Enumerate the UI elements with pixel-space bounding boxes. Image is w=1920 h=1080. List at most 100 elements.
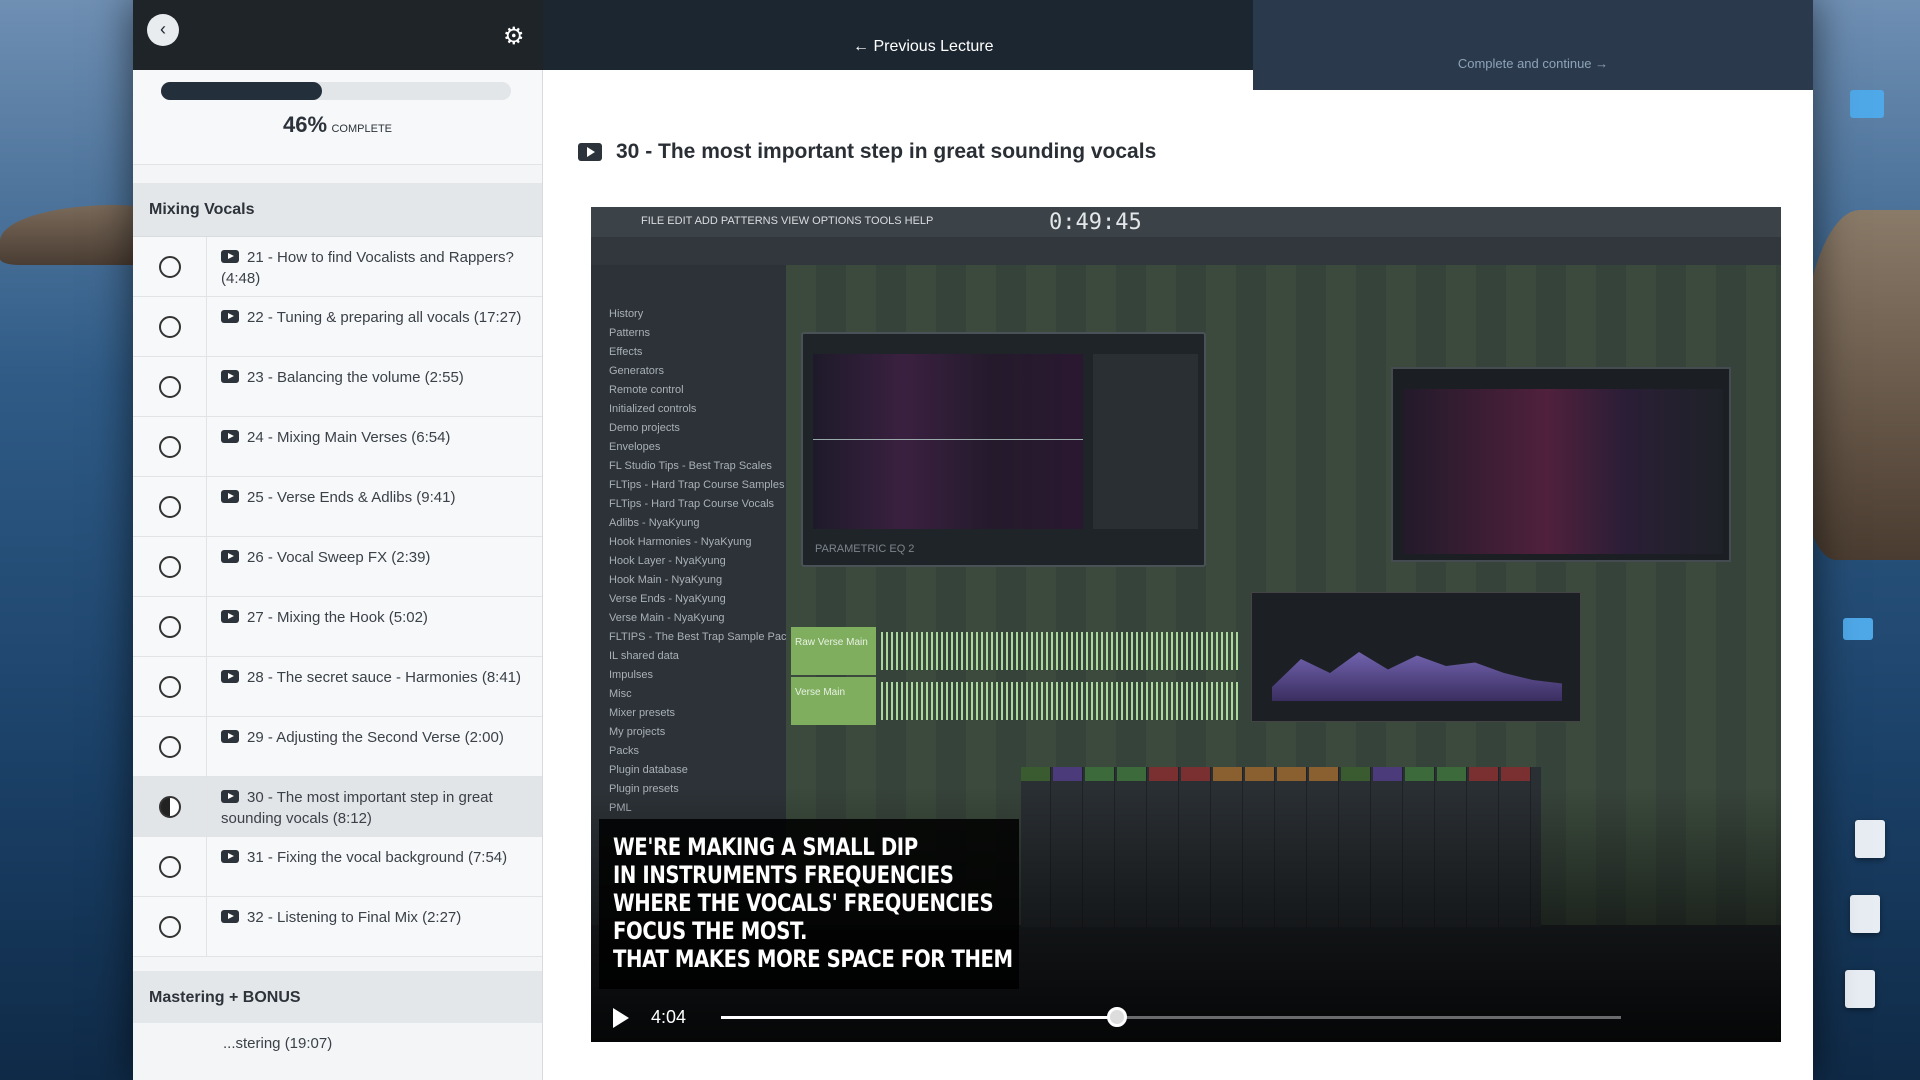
lecture-list: 21 - How to find Vocalists and Rappers? … [133, 237, 542, 957]
gear-icon[interactable]: ⚙ [503, 22, 525, 51]
waveform-clip-2 [881, 682, 1241, 720]
video-scrubber[interactable] [721, 1007, 1621, 1027]
list-item[interactable]: ...stering (19:07) [133, 1023, 542, 1064]
track-label-verse: Verse Main [791, 677, 876, 725]
progress-bar-fill [161, 82, 322, 100]
video-icon [221, 850, 239, 863]
back-arrow-icon[interactable]: ‹ [147, 14, 179, 46]
desktop-folder-icon[interactable] [1850, 90, 1884, 118]
lecture-title: 21 - How to find Vocalists and Rappers? … [221, 249, 514, 287]
lecture-item[interactable]: 28 - The secret sauce - Harmonies (8:41) [133, 657, 542, 717]
spectrum-analyzer [1251, 592, 1581, 722]
previous-lecture-link[interactable]: ← Previous Lecture [853, 38, 994, 56]
section-title: Mixing Vocals [133, 183, 542, 237]
lecture-title: 24 - Mixing Main Verses (6:54) [207, 417, 542, 476]
fl-browser-item: Demo projects [609, 422, 680, 434]
lecture-item[interactable]: 32 - Listening to Final Mix (2:27) [133, 897, 542, 957]
lecture-item[interactable]: 25 - Verse Ends & Adlibs (9:41) [133, 477, 542, 537]
fl-time-display: 0:49:45 [1049, 210, 1142, 235]
video-icon [221, 790, 239, 803]
video-player[interactable]: FILE EDIT ADD PATTERNS VIEW OPTIONS TOOL… [591, 207, 1781, 1042]
empty-circle-icon [158, 855, 181, 878]
browser-window: ‹ ⚙ ← Previous Lecture Complete and cont… [133, 0, 1813, 1080]
fl-browser-item: Effects [609, 346, 643, 358]
fl-browser-item: Misc [609, 688, 632, 700]
lecture-status[interactable] [133, 837, 207, 896]
lecture-item[interactable]: 31 - Fixing the vocal background (7:54) [133, 837, 542, 897]
video-icon [221, 670, 239, 683]
next-section-title[interactable]: Mastering + BONUS [133, 971, 542, 1023]
lecture-status[interactable] [133, 897, 207, 956]
eq-plugin-window: PARAMETRIC EQ 2 [801, 332, 1206, 567]
track-label-raw: Raw Verse Main [791, 627, 876, 675]
progress-text: 46% COMPLETE [282, 112, 392, 137]
lecture-status[interactable] [133, 657, 207, 716]
lecture-item[interactable]: 26 - Vocal Sweep FX (2:39) [133, 537, 542, 597]
fl-browser-item: History [609, 308, 644, 320]
lecture-status[interactable] [133, 597, 207, 656]
lecture-item[interactable]: 27 - Mixing the Hook (5:02) [133, 597, 542, 657]
desktop-island-right [1800, 210, 1920, 560]
lecture-status[interactable] [133, 777, 207, 836]
empty-circle-icon [158, 375, 181, 398]
fl-browser-item: FLTips - Hard Trap Course Samples [609, 479, 785, 491]
video-icon [221, 430, 239, 443]
lecture-title: 28 - The secret sauce - Harmonies (8:41) [207, 657, 542, 716]
lecture-item[interactable]: 22 - Tuning & preparing all vocals (17:2… [133, 297, 542, 357]
lecture-title: 31 - Fixing the vocal background (7:54) [207, 837, 542, 896]
eq-controls [1093, 354, 1198, 529]
lecture-item[interactable]: 30 - The most important step in great so… [133, 777, 542, 837]
lecture-title: 23 - Balancing the volume (2:55) [207, 357, 542, 416]
fl-browser-item: Patterns [609, 327, 650, 339]
empty-circle-icon [158, 675, 181, 698]
fl-browser-item: FLTips - Hard Trap Course Vocals [609, 498, 775, 510]
fl-browser-item: Initialized controls [609, 403, 697, 415]
lecture-status[interactable] [133, 477, 207, 536]
video-icon [221, 250, 239, 263]
desktop-file-icon[interactable] [1855, 820, 1885, 858]
empty-circle-icon [158, 435, 181, 458]
arrow-left-icon: ← [853, 38, 874, 55]
desktop-folder-icon-2[interactable] [1843, 618, 1873, 640]
video-icon [221, 370, 239, 383]
waveform-clip [881, 632, 1241, 670]
fl-browser-item: IL shared data [609, 650, 679, 662]
lecture-status[interactable] [133, 237, 207, 296]
lecture-title: 25 - Verse Ends & Adlibs (9:41) [207, 477, 542, 536]
empty-circle-icon [158, 315, 181, 338]
lecture-title: 29 - Adjusting the Second Verse (2:00) [207, 717, 542, 776]
video-icon [221, 910, 239, 923]
fl-browser-item: Remote control [609, 384, 684, 396]
lecture-item[interactable]: 24 - Mixing Main Verses (6:54) [133, 417, 542, 477]
scrubber-handle[interactable] [1107, 1007, 1127, 1027]
play-icon[interactable] [613, 1008, 629, 1028]
empty-circle-icon [158, 495, 181, 518]
lecture-status[interactable] [133, 717, 207, 776]
fl-browser-item: Adlibs - NyaKyung [609, 517, 700, 529]
lecture-status[interactable] [133, 297, 207, 356]
subtitle-line: That makes more space for them [613, 945, 1013, 973]
desktop-file-icon-3[interactable] [1845, 970, 1875, 1008]
lecture-item[interactable]: 23 - Balancing the volume (2:55) [133, 357, 542, 417]
fl-browser-item: My projects [609, 726, 666, 738]
video-icon [578, 143, 602, 161]
half-circle-icon [158, 795, 181, 818]
complete-and-continue-button[interactable]: Complete and continue → [1253, 0, 1813, 90]
video-icon [221, 730, 239, 743]
lecture-status[interactable] [133, 357, 207, 416]
page-title: 30 - The most important step in great so… [616, 140, 1157, 163]
lecture-item[interactable]: 29 - Adjusting the Second Verse (2:00) [133, 717, 542, 777]
lecture-status[interactable] [133, 417, 207, 476]
eq-label: PARAMETRIC EQ 2 [815, 543, 915, 555]
lecture-item[interactable]: 21 - How to find Vocalists and Rappers? … [133, 237, 542, 297]
lecture-title: 30 - The most important step in great so… [221, 789, 493, 827]
desktop-file-icon-2[interactable] [1850, 895, 1880, 933]
empty-circle-icon [158, 615, 181, 638]
lecture-heading: 30 - The most important step in great so… [578, 140, 1156, 164]
empty-circle-icon [158, 735, 181, 758]
video-icon [221, 310, 239, 323]
current-time: 4:04 [651, 1007, 687, 1027]
lecture-status[interactable] [133, 537, 207, 596]
video-icon [221, 490, 239, 503]
subtitle-line: We're making a small dip [613, 833, 918, 861]
